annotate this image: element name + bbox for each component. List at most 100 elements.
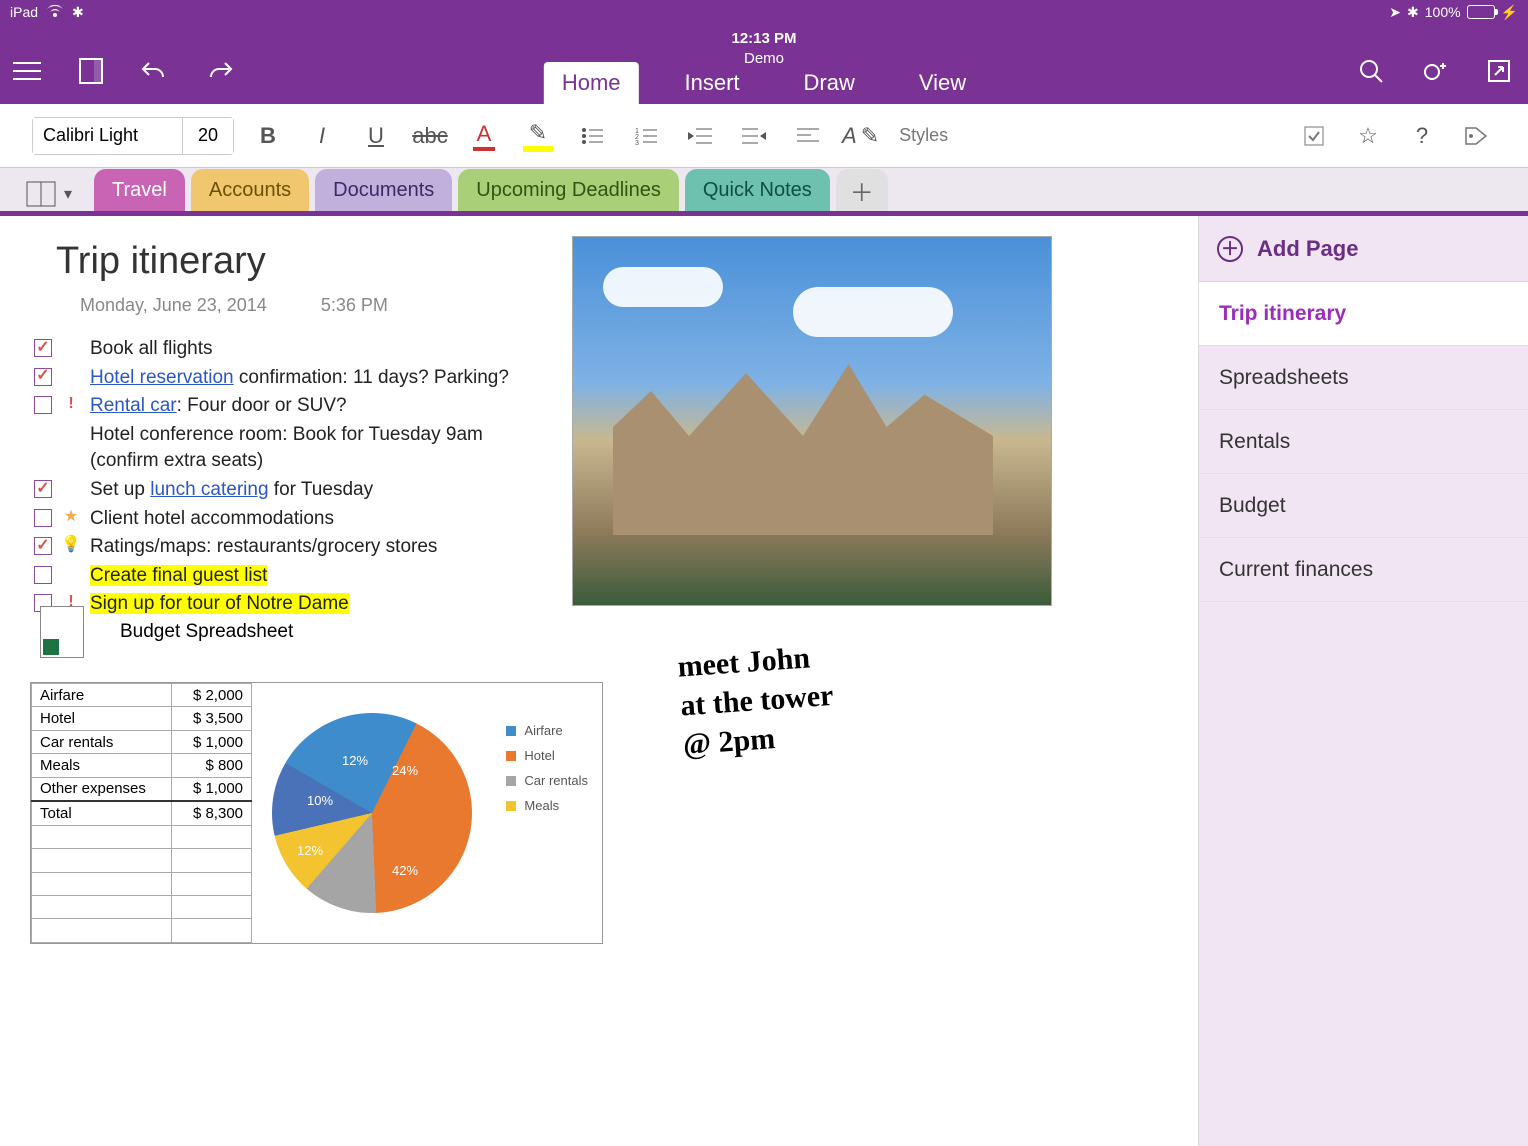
charging-icon: ⚡ bbox=[1501, 4, 1518, 21]
task-row[interactable]: Hotel reservation confirmation: 11 days?… bbox=[34, 365, 554, 392]
task-text[interactable]: Rental car: Four door or SUV? bbox=[90, 393, 554, 420]
indent-button[interactable] bbox=[734, 116, 774, 156]
font-selector[interactable] bbox=[32, 117, 234, 155]
legend-item: Meals bbox=[506, 798, 588, 813]
attachment[interactable]: Budget Spreadsheet bbox=[40, 606, 293, 658]
location-icon: ➤ bbox=[1389, 4, 1401, 21]
chevron-down-icon: ▾ bbox=[64, 184, 72, 204]
legend-item: Airfare bbox=[506, 723, 588, 738]
checkbox[interactable] bbox=[34, 509, 52, 527]
section-tab-quick[interactable]: Quick Notes bbox=[685, 169, 830, 211]
question-tag-button[interactable]: ? bbox=[1402, 116, 1442, 156]
task-text[interactable]: Set up lunch catering for Tuesday bbox=[90, 477, 554, 504]
checkbox[interactable] bbox=[34, 368, 52, 386]
home-ribbon: B I U abc A ✎ 123 A✎ Styles ☆ ? bbox=[0, 104, 1528, 168]
task-row[interactable]: Create final guest list bbox=[34, 563, 554, 590]
task-row[interactable]: ★ Client hotel accommodations bbox=[34, 506, 554, 533]
pie-slice-label: 12% bbox=[297, 843, 323, 858]
tab-home[interactable]: Home bbox=[544, 62, 639, 104]
font-name-input[interactable] bbox=[33, 118, 183, 154]
battery-icon bbox=[1467, 5, 1495, 19]
task-row[interactable]: Hotel conference room: Book for Tuesday … bbox=[34, 422, 554, 475]
pie-slice-label: 42% bbox=[392, 863, 418, 878]
task-row[interactable]: Book all flights bbox=[34, 336, 554, 363]
pie-slice-label: 24% bbox=[392, 763, 418, 778]
checkbox[interactable] bbox=[34, 396, 52, 414]
tab-insert[interactable]: Insert bbox=[667, 62, 758, 104]
styles-label: Styles bbox=[899, 125, 948, 146]
font-color-button[interactable]: A bbox=[464, 116, 504, 156]
task-row[interactable]: 💡Ratings/maps: restaurants/grocery store… bbox=[34, 534, 554, 561]
main-tabs: Home Insert Draw View bbox=[544, 62, 984, 104]
notebook-picker[interactable]: ▾ bbox=[26, 181, 72, 207]
budget-table: Airfare$ 2,000Hotel$ 3,500Car rentals$ 1… bbox=[31, 683, 252, 943]
checkbox[interactable] bbox=[34, 480, 52, 498]
sync-icon: ✱ bbox=[72, 4, 84, 21]
title-bar: 12:13 PM Demo Home Insert Draw View bbox=[0, 24, 1528, 104]
pie-slice-label: 10% bbox=[307, 793, 333, 808]
task-text[interactable]: Ratings/maps: restaurants/grocery stores bbox=[90, 534, 554, 561]
search-icon[interactable] bbox=[1354, 54, 1388, 88]
styles-button[interactable]: A✎ bbox=[842, 116, 879, 156]
star-tag-icon: ★ bbox=[62, 506, 80, 528]
checkbox[interactable] bbox=[34, 339, 52, 357]
task-text[interactable]: Hotel reservation confirmation: 11 days?… bbox=[90, 365, 554, 392]
bold-button[interactable]: B bbox=[248, 116, 288, 156]
page-item[interactable]: Rentals bbox=[1199, 410, 1528, 474]
task-text[interactable]: Hotel conference room: Book for Tuesday … bbox=[90, 422, 554, 475]
align-button[interactable] bbox=[788, 116, 828, 156]
page-item[interactable]: Budget bbox=[1199, 474, 1528, 538]
strike-button[interactable]: abc bbox=[410, 116, 450, 156]
add-page-button[interactable]: ＋ Add Page bbox=[1199, 216, 1528, 282]
task-text[interactable]: Create final guest list bbox=[90, 563, 554, 590]
highlight-button[interactable]: ✎ bbox=[518, 116, 558, 156]
handwriting-note[interactable]: meet John at the tower @ 2pm bbox=[676, 625, 1013, 765]
font-size-input[interactable] bbox=[183, 118, 233, 154]
page-item[interactable]: Current finances bbox=[1199, 538, 1528, 602]
share-icon[interactable] bbox=[1418, 54, 1452, 88]
checkbox[interactable] bbox=[34, 566, 52, 584]
page-item[interactable]: Trip itinerary bbox=[1199, 282, 1528, 346]
budget-pie-chart: 24%42%12%10%12% AirfareHotelCar rentalsM… bbox=[252, 683, 602, 943]
fullscreen-icon[interactable] bbox=[1482, 54, 1516, 88]
important-tag-icon: ! bbox=[62, 393, 80, 415]
tab-view[interactable]: View bbox=[901, 62, 984, 104]
outdent-button[interactable] bbox=[680, 116, 720, 156]
task-row[interactable]: Set up lunch catering for Tuesday bbox=[34, 477, 554, 504]
undo-icon[interactable] bbox=[138, 54, 172, 88]
section-tab-travel[interactable]: Travel bbox=[94, 169, 185, 211]
section-tab-deadlines[interactable]: Upcoming Deadlines bbox=[458, 169, 679, 211]
bullets-button[interactable] bbox=[572, 116, 612, 156]
section-tab-accounts[interactable]: Accounts bbox=[191, 169, 309, 211]
star-tag-button[interactable]: ☆ bbox=[1348, 116, 1388, 156]
section-tabs: ▾ Travel Accounts Documents Upcoming Dea… bbox=[0, 168, 1528, 216]
section-tab-documents[interactable]: Documents bbox=[315, 169, 452, 211]
page-title[interactable]: Trip itinerary bbox=[56, 240, 388, 283]
todo-tag-button[interactable] bbox=[1294, 116, 1334, 156]
legend-item: Hotel bbox=[506, 748, 588, 763]
plus-icon: ＋ bbox=[1217, 236, 1243, 262]
legend-item: Car rentals bbox=[506, 773, 588, 788]
tab-draw[interactable]: Draw bbox=[786, 62, 873, 104]
page-item[interactable]: Spreadsheets bbox=[1199, 346, 1528, 410]
checkbox[interactable] bbox=[34, 537, 52, 555]
note-image[interactable] bbox=[572, 236, 1052, 606]
underline-button[interactable]: U bbox=[356, 116, 396, 156]
section-add-button[interactable]: ＋ bbox=[836, 169, 888, 211]
budget-embed[interactable]: Airfare$ 2,000Hotel$ 3,500Car rentals$ 1… bbox=[30, 682, 603, 944]
task-row[interactable]: ! Rental car: Four door or SUV? bbox=[34, 393, 554, 420]
numbering-button[interactable]: 123 bbox=[626, 116, 666, 156]
task-list[interactable]: Book all flightsHotel reservation confir… bbox=[34, 336, 554, 620]
menu-icon[interactable] bbox=[10, 54, 44, 88]
note-canvas[interactable]: Trip itinerary Monday, June 23, 2014 5:3… bbox=[0, 216, 1198, 1146]
svg-text:3: 3 bbox=[635, 140, 639, 145]
redo-icon[interactable] bbox=[202, 54, 236, 88]
italic-button[interactable]: I bbox=[302, 116, 342, 156]
task-text[interactable]: Book all flights bbox=[90, 336, 554, 363]
task-text[interactable]: Client hotel accommodations bbox=[90, 506, 554, 533]
fullpage-icon[interactable] bbox=[74, 54, 108, 88]
bluetooth-icon: ✱ bbox=[1407, 4, 1419, 21]
attachment-label: Budget Spreadsheet bbox=[120, 621, 293, 643]
wifi-icon bbox=[46, 5, 64, 19]
tags-button[interactable] bbox=[1456, 116, 1496, 156]
